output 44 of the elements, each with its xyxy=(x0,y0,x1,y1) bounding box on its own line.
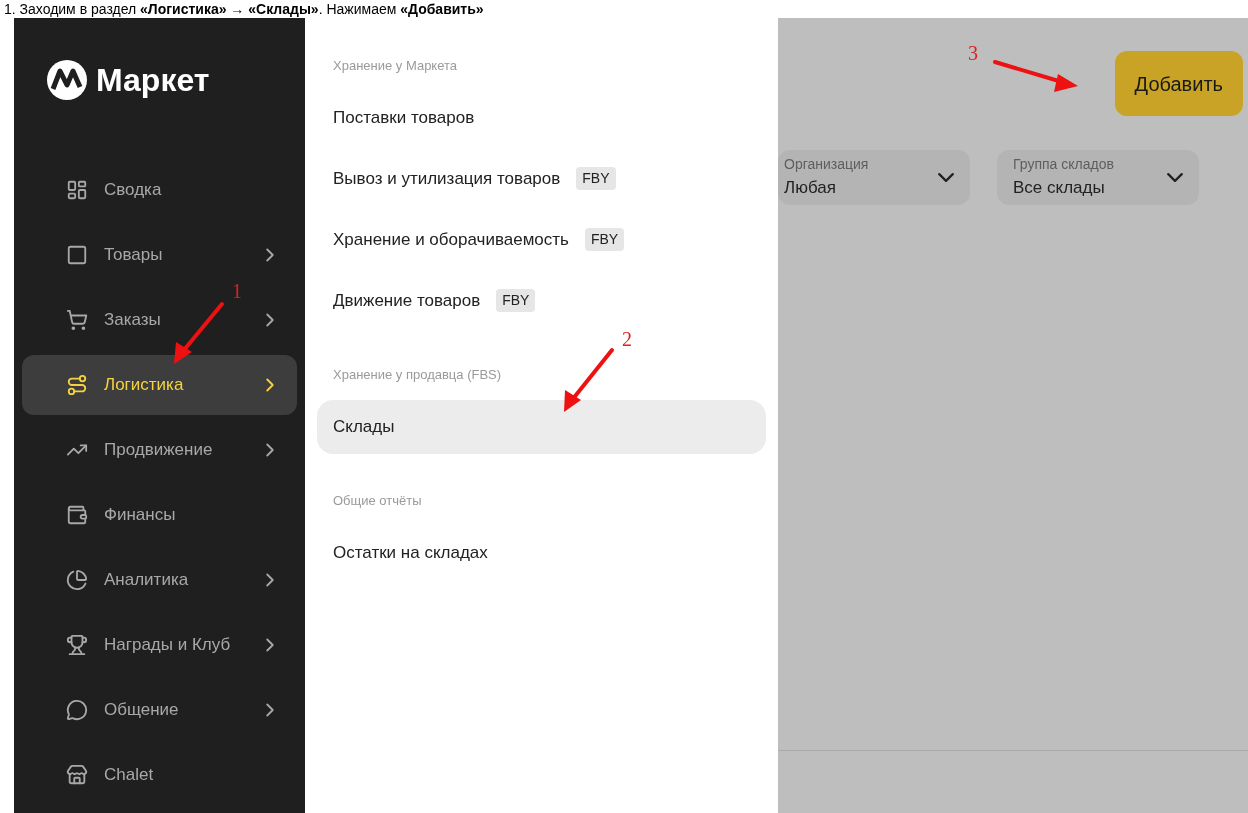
submenu-item[interactable]: Движение товаров FBY xyxy=(317,273,766,328)
route-icon xyxy=(66,374,88,396)
annotation-number: 2 xyxy=(622,328,632,350)
sidebar-item[interactable]: Сводка xyxy=(22,170,297,210)
submenu-item[interactable]: Вывоз и утилизация товаров FBY xyxy=(317,151,766,206)
sidebar-item[interactable]: Логистика xyxy=(22,355,297,415)
filter-dropdown[interactable]: Организация Любая xyxy=(778,150,970,205)
annotation-arrow xyxy=(174,302,224,364)
submenu-item[interactable]: Хранение и оборачиваемость FBY xyxy=(317,212,766,267)
sidebar-item[interactable]: Общение xyxy=(22,690,297,730)
sidebar-item[interactable]: Chalet xyxy=(22,755,297,795)
cart-icon xyxy=(66,309,88,331)
annotation-number: 3 xyxy=(968,42,978,64)
sidebar-item[interactable]: Аналитика xyxy=(22,560,297,600)
trophy-icon xyxy=(66,634,88,656)
logo-text: Маркет xyxy=(96,61,210,100)
sidebar-item[interactable]: Товары xyxy=(22,235,297,275)
annotation-arrow xyxy=(564,348,614,412)
caption: 1. Заходим в раздел «Логистика» → «Склады». Нажимаем «Добавить» xyxy=(4,1,484,17)
wallet-icon xyxy=(66,504,88,526)
sidebar-item[interactable]: Заказы xyxy=(22,300,297,340)
sidebar-item[interactable]: Финансы xyxy=(22,495,297,535)
store-icon xyxy=(66,764,88,786)
badge: FBY xyxy=(576,167,616,190)
chevron-down-icon xyxy=(938,173,954,182)
submenu-item[interactable]: Поставки товаров xyxy=(317,90,766,145)
submenu-item[interactable]: Склады xyxy=(317,399,766,454)
section-title: Хранение у Маркета xyxy=(332,58,459,74)
add-button[interactable]: Добавить xyxy=(1114,51,1243,116)
badge: FBY xyxy=(496,289,536,312)
section-title: Хранение у продавца (FBS) xyxy=(332,367,503,383)
chat-icon xyxy=(66,699,88,721)
sidebar-item[interactable]: Награды и Клуб xyxy=(22,625,297,665)
sidebar-item[interactable]: Продвижение xyxy=(22,430,297,470)
section-title: Общие отчёты xyxy=(332,493,423,509)
submenu-item[interactable]: Остатки на складах xyxy=(317,525,766,580)
pie-chart-icon xyxy=(66,569,88,591)
logo-icon xyxy=(46,59,88,101)
annotation-number: 1 xyxy=(232,280,242,302)
filter-dropdown[interactable]: Группа складов Все склады xyxy=(997,150,1199,205)
chevron-down-icon xyxy=(1167,173,1183,182)
badge: FBY xyxy=(584,228,625,251)
dashboard-icon xyxy=(66,179,88,201)
box-icon xyxy=(66,244,88,266)
